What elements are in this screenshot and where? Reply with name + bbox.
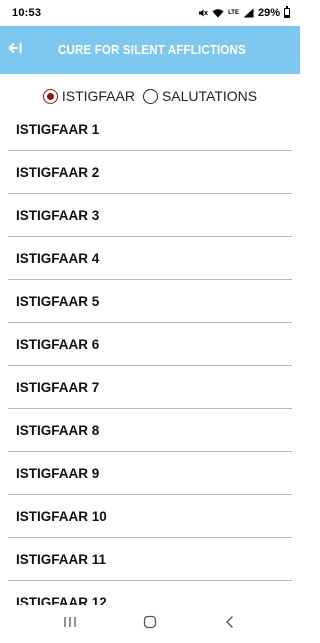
list-item[interactable]: ISTIGFAAR 3 (8, 194, 292, 237)
list-item-label: ISTIGFAAR 7 (16, 379, 100, 395)
list-item[interactable]: ISTIGFAAR 10 (8, 495, 292, 538)
lte-icon: LTE (228, 10, 239, 16)
status-time: 10:53 (12, 7, 42, 19)
battery-percent: 29% (257, 7, 280, 19)
list-item[interactable]: ISTIGFAAR 11 (8, 538, 292, 581)
status-icons: LTE 29% (198, 6, 290, 19)
back-button[interactable] (0, 26, 30, 74)
list-item-label: ISTIGFAAR 8 (16, 422, 100, 438)
radio-istigfaar[interactable]: ISTIGFAAR (42, 88, 135, 104)
radio-istigfaar-label: ISTIGFAAR (61, 88, 135, 104)
category-radio-group: ISTIGFAAR SALUTATIONS (0, 84, 300, 108)
recents-icon (63, 615, 77, 633)
list-item[interactable]: ISTIGFAAR 5 (8, 280, 292, 323)
radio-salutations-label: SALUTATIONS (161, 88, 258, 104)
list-item[interactable]: ISTIGFAAR 4 (8, 237, 292, 280)
list-item[interactable]: ISTIGFAAR 1 (8, 108, 292, 151)
back-chevron-icon (225, 615, 235, 634)
list-item-label: ISTIGFAAR 9 (16, 465, 100, 481)
list-item-label: ISTIGFAAR 6 (16, 336, 100, 352)
recents-button[interactable] (50, 605, 90, 643)
list-item[interactable]: ISTIGFAAR 7 (8, 366, 292, 409)
list-item-label: ISTIGFAAR 2 (16, 164, 100, 180)
list-item[interactable]: ISTIGFAAR 2 (8, 151, 292, 194)
istigfaar-list: ISTIGFAAR 1 ISTIGFAAR 2 ISTIGFAAR 3 ISTI… (8, 108, 292, 624)
radio-salutations[interactable]: SALUTATIONS (142, 88, 258, 104)
app-bar: CURE FOR SILENT AFFLICTIONS (0, 26, 300, 74)
home-icon (143, 615, 157, 634)
list-item-label: ISTIGFAAR 11 (16, 551, 107, 567)
list-item-label: ISTIGFAAR 1 (16, 121, 100, 137)
list-item-label: ISTIGFAAR 10 (16, 508, 107, 524)
list-item-label: ISTIGFAAR 3 (16, 207, 100, 223)
status-bar: 10:53 LTE 29% (0, 0, 300, 26)
radio-selected-icon[interactable] (42, 88, 58, 104)
mute-icon (198, 7, 208, 19)
list-item-label: ISTIGFAAR 5 (16, 293, 100, 309)
page-title: CURE FOR SILENT AFFLICTIONS (58, 43, 246, 57)
home-button[interactable] (130, 605, 170, 643)
wifi-icon (212, 7, 224, 19)
nav-back-button[interactable] (210, 605, 250, 643)
list-item[interactable]: ISTIGFAAR 9 (8, 452, 292, 495)
list-item-label: ISTIGFAAR 4 (16, 250, 100, 266)
back-arrow-icon (8, 41, 22, 59)
radio-unselected-icon[interactable] (142, 88, 158, 104)
battery-icon (284, 6, 290, 19)
list-item[interactable]: ISTIGFAAR 8 (8, 409, 292, 452)
system-nav-bar (0, 605, 300, 643)
list-item[interactable]: ISTIGFAAR 6 (8, 323, 292, 366)
signal-icon (243, 7, 254, 19)
